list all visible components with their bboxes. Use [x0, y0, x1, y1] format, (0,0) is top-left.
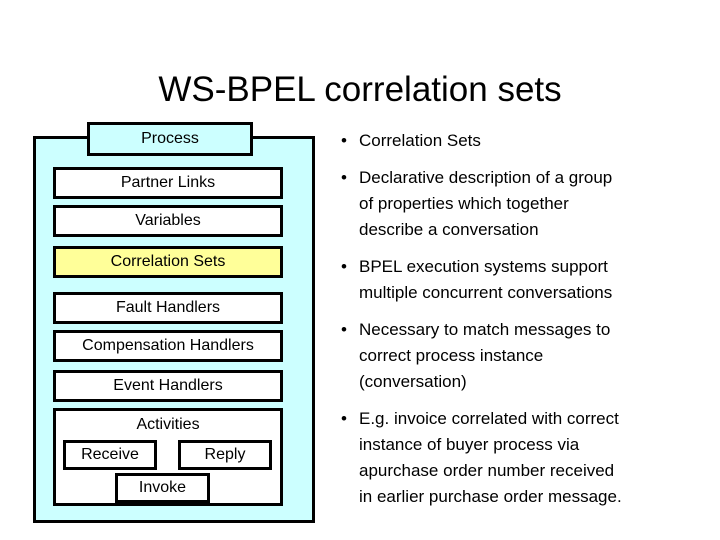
process-header-box: Process	[87, 122, 253, 156]
section-label: Partner Links	[120, 174, 216, 191]
section-label: Fault Handlers	[115, 299, 221, 316]
section-box-fault-handlers: Fault Handlers	[53, 292, 283, 324]
section-label: Event Handlers	[113, 377, 223, 394]
section-label: Compensation Handlers	[82, 337, 254, 354]
bullet-icon: •	[341, 320, 347, 339]
list-item: • E.g. invoice correlated with correct i…	[335, 406, 715, 510]
bullet-text: E.g. invoice correlated with correct ins…	[359, 409, 622, 506]
activity-box-reply: Reply	[178, 440, 272, 470]
bullet-text: BPEL execution systems support multiple …	[359, 257, 613, 302]
bullet-text: Necessary to match messages to correct p…	[359, 320, 611, 391]
bullet-icon: •	[341, 409, 347, 428]
list-item: • Necessary to match messages to correct…	[335, 317, 715, 395]
section-box-variables: Variables	[53, 205, 283, 237]
bullet-icon: •	[341, 168, 347, 187]
bullet-list: • Correlation Sets • Declarative descrip…	[335, 128, 715, 521]
activity-label: Receive	[81, 446, 139, 463]
bullet-icon: •	[341, 257, 347, 276]
activity-box-receive: Receive	[63, 440, 157, 470]
bullet-text: Correlation Sets	[359, 131, 481, 150]
activity-label: Reply	[204, 446, 246, 463]
activities-label: Activities	[136, 416, 200, 433]
section-label: Variables	[135, 212, 201, 229]
process-header-label: Process	[141, 130, 199, 147]
list-item: • Declarative description of a group of …	[335, 165, 715, 243]
section-box-compensation-handlers: Compensation Handlers	[53, 330, 283, 362]
bullet-text: Declarative description of a group of pr…	[359, 168, 613, 239]
activity-label: Invoke	[138, 479, 187, 496]
page-title: WS-BPEL correlation sets	[158, 70, 562, 110]
section-box-partner-links: Partner Links	[53, 167, 283, 199]
activity-box-invoke: Invoke	[115, 473, 210, 503]
section-box-correlation-sets: Correlation Sets	[53, 246, 283, 278]
bullet-icon: •	[341, 131, 347, 150]
list-item: • BPEL execution systems support multipl…	[335, 254, 715, 306]
section-box-event-handlers: Event Handlers	[53, 370, 283, 402]
section-label: Correlation Sets	[110, 253, 226, 270]
list-item: • Correlation Sets	[335, 128, 715, 154]
